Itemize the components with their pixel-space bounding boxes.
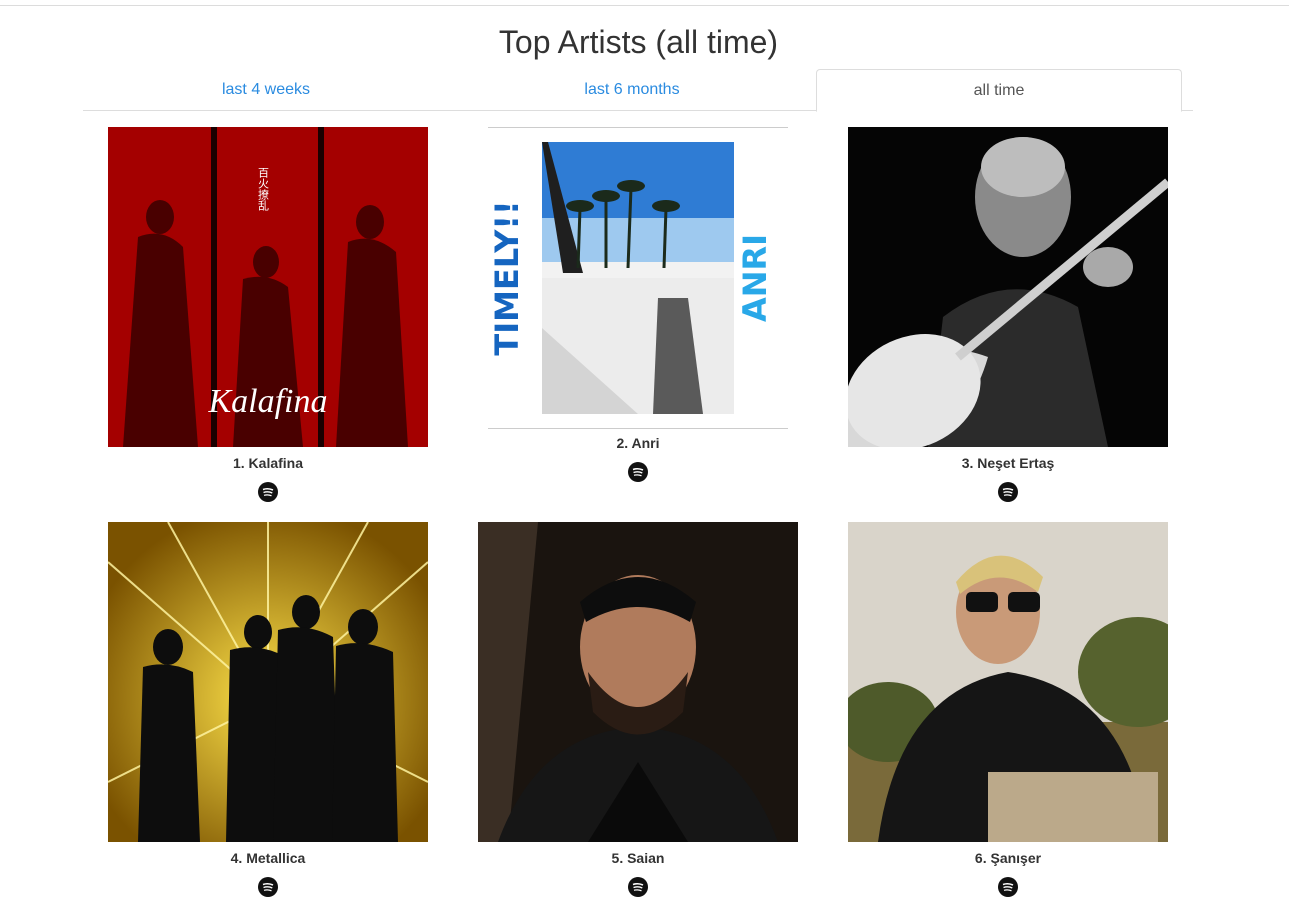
page-title: Top Artists (all time) (498, 24, 779, 60)
artist-name: 5. Saian (611, 850, 665, 866)
artist-image-right-text: ANRI (736, 234, 774, 322)
time-range-tabs: last 4 weeks last 6 months all time (83, 69, 1193, 112)
artist-image[interactable] (848, 522, 1168, 842)
artist-name: 2. Anri (616, 435, 660, 451)
artist-image[interactable] (478, 522, 798, 842)
artist-name: 6. Şanışer (974, 850, 1042, 866)
top-divider (0, 5, 1289, 6)
artist-image[interactable]: TIMELY!! ANRI (488, 127, 788, 429)
artist-name: 1. Kalafina (232, 455, 304, 471)
tab-last-4-weeks[interactable]: last 4 weeks (83, 69, 449, 110)
spotify-icon[interactable] (998, 877, 1018, 897)
artist-image[interactable]: Kalafina 百火撩乱 (108, 127, 428, 447)
svg-text:百火撩乱: 百火撩乱 (257, 167, 270, 211)
spotify-icon[interactable] (998, 482, 1018, 502)
tab-all-time[interactable]: all time (816, 69, 1182, 112)
tab-last-6-months[interactable]: last 6 months (449, 69, 815, 110)
artist-image[interactable] (108, 522, 428, 842)
artist-name: 4. Metallica (230, 850, 306, 866)
artist-image-logo: Kalafina (207, 383, 327, 420)
spotify-icon[interactable] (628, 877, 648, 897)
spotify-icon[interactable] (258, 877, 278, 897)
artist-image-left-text: TIMELY!! (488, 200, 526, 355)
spotify-icon[interactable] (628, 462, 648, 482)
spotify-icon[interactable] (258, 482, 278, 502)
artist-name: 3. Neşet Ertaş (961, 455, 1055, 471)
artist-image[interactable] (848, 127, 1168, 447)
